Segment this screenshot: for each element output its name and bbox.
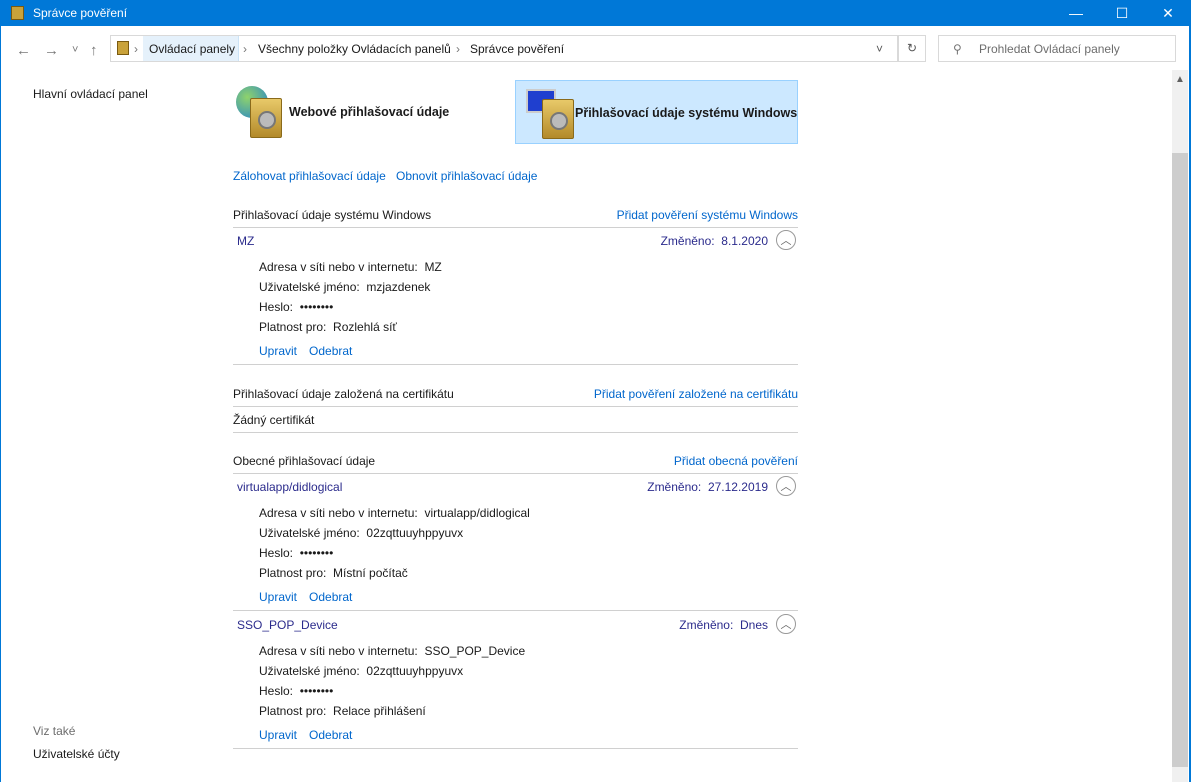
username-row: Uživatelské jméno: 02zqttuuyhppyuvx <box>259 664 464 678</box>
control-panel-home-link[interactable]: Hlavní ovládací panel <box>33 87 148 101</box>
address-dropdown-icon[interactable]: ˅ <box>876 42 883 56</box>
scrollbar-thumb[interactable] <box>1172 153 1188 767</box>
certificate-credentials-header: Přihlašovací údaje založená na certifiká… <box>233 387 798 407</box>
no-certificate-text: Žádný certifikát <box>233 413 315 427</box>
back-button[interactable]: ← <box>16 42 31 59</box>
remove-link[interactable]: Odebrat <box>309 728 352 742</box>
see-also-label: Viz také <box>33 724 76 738</box>
windows-credentials-header: Přihlašovací údaje systému Windows Přida… <box>233 208 798 228</box>
collapse-chevron-icon[interactable]: ︿ <box>776 614 796 634</box>
collapse-chevron-icon[interactable]: ︿ <box>776 476 796 496</box>
credential-manager-icon <box>11 6 24 20</box>
tab-windows-credentials[interactable]: Přihlašovací údaje systému Windows <box>515 80 798 144</box>
modified-date: Změněno: Dnes <box>679 618 768 632</box>
address-row: Adresa v síti nebo v internetu: virtuala… <box>259 506 530 520</box>
persistence-row: Platnost pro: Rozlehlá síť <box>259 320 397 334</box>
maximize-button[interactable]: ☐ <box>1099 0 1145 26</box>
up-button[interactable]: ↑ <box>90 42 98 59</box>
vault-icon <box>250 98 282 138</box>
persistence-row: Platnost pro: Relace přihlášení <box>259 704 426 718</box>
breadcrumb-control-panel[interactable]: Ovládací panely <box>149 42 235 56</box>
add-generic-credential-link[interactable]: Přidat obecná pověření <box>674 454 798 468</box>
password-row: Heslo: •••••••• <box>259 300 334 314</box>
search-icon: ⚲ <box>953 42 962 56</box>
collapse-chevron-icon[interactable]: ︿ <box>776 230 796 250</box>
add-certificate-credential-link[interactable]: Přidat pověření založené na certifikátu <box>594 387 798 401</box>
section-title: Obecné přihlašovací údaje <box>233 454 376 468</box>
add-windows-credential-link[interactable]: Přidat pověření systému Windows <box>617 208 798 222</box>
address-bar[interactable]: › Ovládací panely › Všechny položky Ovlá… <box>110 35 898 62</box>
tab-web-credentials[interactable]: Webové přihlašovací údaje <box>224 80 504 144</box>
close-button[interactable]: ✕ <box>1145 0 1191 26</box>
breadcrumb-all-items[interactable]: Všechny položky Ovládacích panelů <box>258 42 451 56</box>
search-input[interactable]: Prohledat Ovládací panely <box>979 42 1120 56</box>
password-row: Heslo: •••••••• <box>259 684 334 698</box>
credential-name[interactable]: MZ <box>237 234 254 248</box>
remove-link[interactable]: Odebrat <box>309 344 352 358</box>
backup-credentials-link[interactable]: Zálohovat přihlašovací údaje <box>233 169 386 183</box>
edit-link[interactable]: Upravit <box>259 344 297 358</box>
username-row: Uživatelské jméno: 02zqttuuyhppyuvx <box>259 526 464 540</box>
title-bar: Správce pověření — ☐ ✕ <box>0 0 1191 26</box>
forward-button[interactable]: → <box>44 42 59 59</box>
username-row: Uživatelské jméno: mzjazdenek <box>259 280 431 294</box>
tab-label: Webové přihlašovací údaje <box>289 105 450 119</box>
minimize-button[interactable]: — <box>1053 0 1099 26</box>
edit-link[interactable]: Upravit <box>259 728 297 742</box>
refresh-button[interactable]: ↻ <box>898 35 926 62</box>
remove-link[interactable]: Odebrat <box>309 590 352 604</box>
section-title: Přihlašovací údaje založená na certifiká… <box>233 387 454 401</box>
generic-credentials-header: Obecné přihlašovací údaje Přidat obecná … <box>233 454 798 474</box>
credential-name[interactable]: virtualapp/didlogical <box>237 480 342 494</box>
edit-link[interactable]: Upravit <box>259 590 297 604</box>
breadcrumb-credential-manager[interactable]: Správce pověření <box>470 42 564 56</box>
modified-date: Změněno: 8.1.2020 <box>660 234 768 248</box>
control-panel-icon <box>117 41 129 55</box>
user-accounts-link[interactable]: Uživatelské účty <box>33 747 120 761</box>
window-title: Správce pověření <box>33 6 128 20</box>
section-title: Přihlašovací údaje systému Windows <box>233 208 432 222</box>
credential-name[interactable]: SSO_POP_Device <box>237 618 338 632</box>
persistence-row: Platnost pro: Místní počítač <box>259 566 408 580</box>
restore-credentials-link[interactable]: Obnovit přihlašovací údaje <box>396 169 537 183</box>
recent-locations-button[interactable]: ˅ <box>72 44 78 56</box>
scroll-up-icon[interactable]: ▲ <box>1175 74 1185 85</box>
vault-icon <box>542 99 574 139</box>
address-row: Adresa v síti nebo v internetu: SSO_POP_… <box>259 644 526 658</box>
tab-label: Přihlašovací údaje systému Windows <box>575 106 798 120</box>
modified-date: Změněno: 27.12.2019 <box>647 480 768 494</box>
vertical-scrollbar[interactable]: ▲ <box>1172 70 1188 782</box>
search-box[interactable]: ⚲ Prohledat Ovládací panely <box>938 35 1176 62</box>
address-row: Adresa v síti nebo v internetu: MZ <box>259 260 442 274</box>
password-row: Heslo: •••••••• <box>259 546 334 560</box>
